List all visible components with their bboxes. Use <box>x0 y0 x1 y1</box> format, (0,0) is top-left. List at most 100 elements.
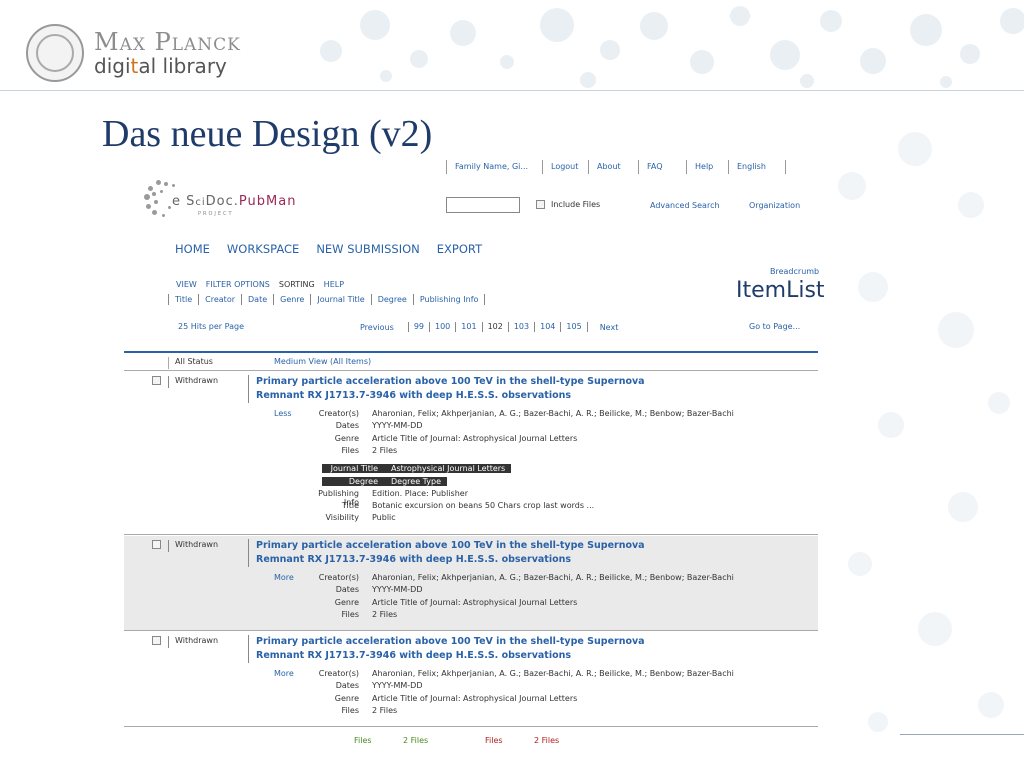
item-checkbox[interactable] <box>152 540 161 549</box>
page-title: ItemList <box>736 278 825 303</box>
next-page-link[interactable]: Next <box>600 323 619 332</box>
sort-option[interactable]: Genre <box>273 294 310 305</box>
bubble <box>500 55 514 69</box>
meta-value: Botanic excursion on beans 50 Chars crop… <box>372 501 595 511</box>
bubble <box>450 20 476 46</box>
sort-option[interactable]: Date <box>241 294 273 305</box>
include-files-label: Include Files <box>551 200 601 209</box>
bubble <box>600 40 620 60</box>
meta-key: Dates <box>335 421 359 431</box>
page-link[interactable]: 99 <box>407 322 429 332</box>
include-files-checkbox[interactable] <box>536 200 545 209</box>
sort-option[interactable]: Degree <box>370 294 413 305</box>
advanced-search-link[interactable]: Advanced Search <box>650 201 720 210</box>
view-nav-item[interactable]: SORTING <box>279 280 315 289</box>
item-title-link[interactable]: Primary particle acceleration above 100 … <box>248 635 648 663</box>
top-nav-item[interactable]: Logout <box>542 160 588 174</box>
bubble <box>1000 8 1024 34</box>
meta-value: Astrophysical Journal Letters <box>384 464 512 474</box>
view-nav-item[interactable]: HELP <box>324 280 344 289</box>
meta-key: Creator(s) <box>318 409 359 418</box>
bubble <box>858 272 888 302</box>
bubble <box>580 72 596 88</box>
item-title-line: Remnant RX J1713.7-3946 with deep H.E.S.… <box>256 554 572 565</box>
top-nav-item[interactable]: FAQ <box>638 160 686 174</box>
less-toggle[interactable]: Less <box>274 409 292 418</box>
bubble <box>860 48 886 74</box>
meta-row: Files 2 Files <box>304 706 397 715</box>
footer-divider <box>900 734 1024 735</box>
sort-option[interactable]: Journal Title <box>310 294 370 305</box>
item-title-line: Remnant RX J1713.7-3946 with deep H.E.S.… <box>256 390 572 401</box>
more-toggle[interactable]: More <box>274 669 294 678</box>
meta-key: Visibility <box>325 513 359 523</box>
page-link[interactable]: 101 <box>455 322 481 332</box>
logo-dot <box>162 214 165 217</box>
header-divider <box>0 90 1024 91</box>
main-nav-item[interactable]: NEW SUBMISSION <box>316 242 419 256</box>
top-nav-item[interactable]: English <box>728 160 786 174</box>
logo-dot <box>152 192 156 196</box>
search-input[interactable] <box>446 197 520 213</box>
sort-option[interactable]: Creator <box>198 294 241 305</box>
meta-row: Genre Article Title of Journal: Astrophys… <box>304 434 578 443</box>
goto-page-link[interactable]: Go to Page... <box>749 322 800 331</box>
meta-value: YYYY-MM-DD <box>372 585 423 595</box>
top-nav-item[interactable]: Help <box>686 160 728 174</box>
item-title-line: Remnant RX J1713.7-3946 with deep H.E.S.… <box>256 650 572 661</box>
files-count[interactable]: 2 Files <box>534 736 559 745</box>
page-link[interactable]: 103 <box>507 322 534 332</box>
logo-dot <box>144 194 150 200</box>
meta-key: Dates <box>335 585 359 595</box>
view-selector[interactable]: Medium View (All Items) <box>274 357 371 366</box>
more-toggle[interactable]: More <box>274 573 294 582</box>
bubble <box>960 44 980 64</box>
logo-dot <box>148 186 153 191</box>
item-title-link[interactable]: Primary particle acceleration above 100 … <box>248 539 648 567</box>
bubble <box>820 10 842 32</box>
page-link[interactable]: 104 <box>534 322 560 332</box>
sort-option[interactable]: Title <box>168 294 198 305</box>
view-nav-item[interactable]: FILTER OPTIONS <box>206 280 270 289</box>
slide-title: Das neue Design (v2) <box>102 113 433 155</box>
bubble <box>988 392 1010 414</box>
main-nav-item[interactable]: WORKSPACE <box>227 242 299 256</box>
meta-row: Dates YYYY-MM-DD <box>304 681 423 690</box>
organization-link[interactable]: Organization <box>749 201 800 210</box>
main-nav-item[interactable]: HOME <box>175 242 210 256</box>
meta-key: Files <box>341 705 359 715</box>
bubble <box>730 6 750 26</box>
item-checkbox[interactable] <box>152 636 161 645</box>
main-nav-item[interactable]: EXPORT <box>437 242 482 256</box>
top-nav-item[interactable]: About <box>588 160 638 174</box>
include-files-option[interactable]: Include Files <box>536 200 600 209</box>
list-item: Withdrawn Primary particle acceleration a… <box>124 632 818 727</box>
meta-key: Degree <box>322 476 384 486</box>
hits-per-page-select[interactable]: 25 Hits per Page <box>178 322 244 331</box>
logo-dot <box>156 180 161 185</box>
top-nav-item[interactable]: Family Name, Gi... <box>446 160 542 174</box>
escidoc-brand-sub: PROJECT <box>198 211 234 217</box>
logo-dot <box>154 200 158 204</box>
page-link[interactable]: 105 <box>560 322 588 332</box>
status-filter[interactable]: All Status <box>168 357 213 369</box>
sort-option[interactable]: Publishing Info <box>412 294 486 305</box>
view-nav-item[interactable]: VIEW <box>176 280 197 289</box>
item-title-link[interactable]: Primary particle acceleration above 100 … <box>248 375 648 403</box>
bubble <box>838 172 866 200</box>
page-link: 102 <box>481 322 508 332</box>
top-navigation: Family Name, Gi... Logout About FAQ Help Engl… <box>446 160 786 174</box>
bubble <box>868 712 888 732</box>
item-title-line: Primary particle acceleration above 100 … <box>256 376 645 387</box>
page-link[interactable]: 100 <box>429 322 455 332</box>
decorative-bubbles <box>300 0 1024 90</box>
bubble <box>410 50 428 68</box>
meta-value: Aharonian, Felix; Akhperjanian, A. G.; B… <box>372 409 734 418</box>
bubble <box>958 192 984 218</box>
item-checkbox[interactable] <box>152 376 161 385</box>
files-count[interactable]: 2 Files <box>403 736 428 745</box>
breadcrumb[interactable]: Breadcrumb <box>770 267 819 276</box>
view-navigation: VIEW FILTER OPTIONS SORTING HELP <box>176 280 344 289</box>
list-item: Withdrawn Primary particle acceleration a… <box>124 536 818 631</box>
previous-page-link[interactable]: Previous <box>360 323 394 332</box>
